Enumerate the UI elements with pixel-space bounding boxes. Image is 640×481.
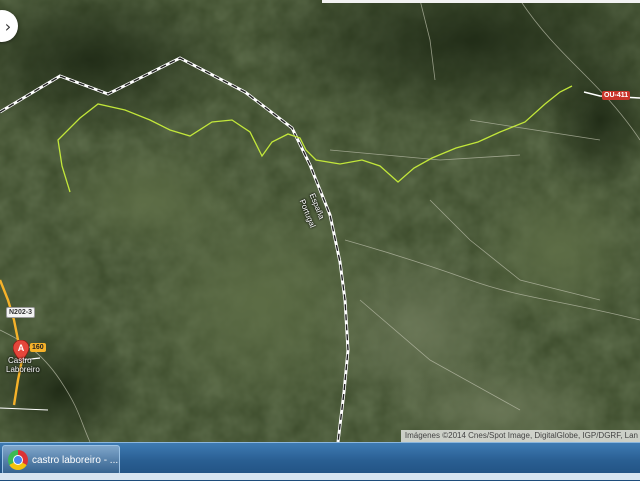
taskbar-chrome-window[interactable]: castro laboreiro - ... — [2, 445, 120, 475]
taskbar-window-title: castro laboreiro - ... — [32, 454, 119, 466]
road-shield-ou-411: OU-411 — [602, 91, 631, 100]
windows-taskbar: castro laboreiro - ... — [0, 442, 640, 481]
chrome-icon — [8, 450, 28, 470]
map-attribution: Imágenes ©2014 Cnes/Spot Image, DigitalG… — [400, 430, 640, 442]
marker-letter: A — [18, 343, 25, 353]
place-label-line2: Laboreiro — [6, 365, 40, 374]
chevron-right-icon: › — [4, 16, 12, 36]
road-shield-160: 160 — [30, 343, 46, 352]
satellite-map[interactable]: › España Portugal OU-411 N202-3 160 A Ca… — [0, 0, 640, 442]
taskbar-bottom-strip — [0, 473, 640, 480]
road-shield-n202-3: N202-3 — [6, 307, 35, 318]
place-label-line1: Castro — [8, 356, 32, 365]
map-imagery[interactable] — [0, 0, 640, 442]
map-top-strip — [322, 0, 640, 3]
